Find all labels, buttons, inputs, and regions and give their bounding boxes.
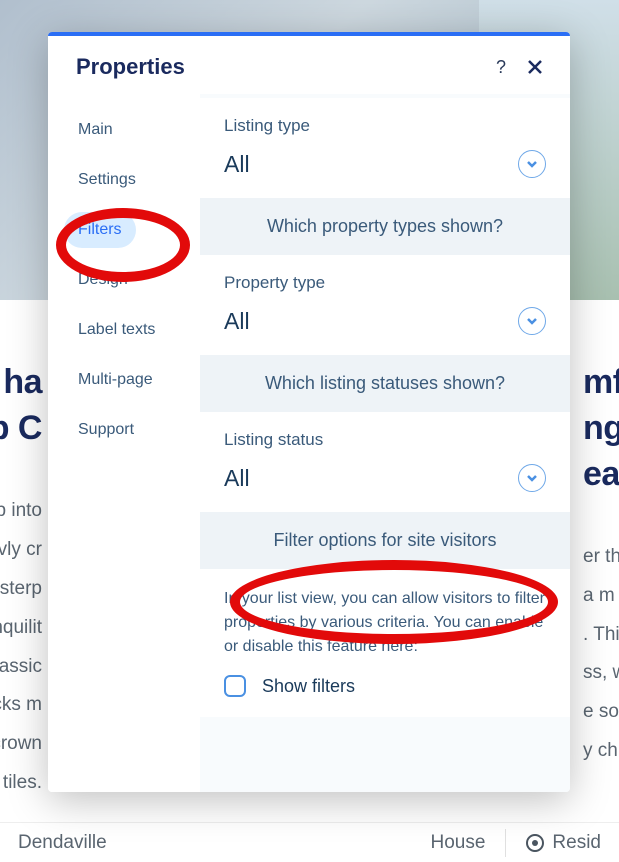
bg-card-right: mf ng ea er th a m . This ss, w e sof y … [571, 300, 619, 830]
properties-modal: Properties ? Main Settings Filters Desig… [48, 32, 570, 792]
property-type-select[interactable]: All [224, 307, 546, 335]
help-icon[interactable]: ? [490, 56, 512, 78]
show-filters-checkbox[interactable] [224, 675, 246, 697]
modal-body: Main Settings Filters Design Label texts… [48, 94, 570, 792]
bg-heading-left: ha p C [0, 360, 42, 452]
bg-footer-type: House [431, 832, 486, 854]
listing-type-block: Listing type All [200, 98, 570, 198]
listing-status-label: Listing status [224, 430, 546, 450]
section-listing-statuses: Which listing statuses shown? [200, 355, 570, 412]
modal-header: Properties ? [48, 36, 570, 94]
chevron-down-icon [518, 464, 546, 492]
sidebar-item-main[interactable]: Main [64, 112, 127, 148]
bg-footer-location: Dendaville [18, 832, 107, 854]
listing-type-value: All [224, 151, 250, 178]
filter-options-info: In your list view, you can allow visitor… [200, 569, 570, 675]
sidebar-item-label-texts[interactable]: Label texts [64, 312, 169, 348]
chevron-down-icon [518, 150, 546, 178]
sidebar-item-design[interactable]: Design [64, 262, 142, 298]
sidebar-item-filters[interactable]: Filters [64, 212, 136, 248]
bg-footer-resid: Resid [552, 832, 601, 854]
bg-body-left: p into vly cr sterp nquilit classic cks … [0, 492, 42, 804]
property-type-block: Property type All [200, 255, 570, 355]
listing-type-select[interactable]: All [224, 150, 546, 178]
content-pane: Listing type All Which property types sh… [200, 94, 570, 792]
listing-status-value: All [224, 465, 250, 492]
show-filters-row: Show filters [200, 675, 570, 717]
listing-type-label: Listing type [224, 116, 546, 136]
sidebar-item-support[interactable]: Support [64, 412, 148, 448]
bg-footer: Dendaville House Resid [0, 822, 619, 862]
listing-status-block: Listing status All [200, 412, 570, 512]
bg-card-left: ha p C p into vly cr sterp nquilit class… [0, 300, 48, 830]
sidebar-item-multi-page[interactable]: Multi-page [64, 362, 167, 398]
sidebar-item-settings[interactable]: Settings [64, 162, 150, 198]
bg-heading-right: mf ng ea [583, 360, 619, 498]
listing-status-select[interactable]: All [224, 464, 546, 492]
sidebar: Main Settings Filters Design Label texts… [48, 94, 200, 792]
property-type-label: Property type [224, 273, 546, 293]
bullseye-icon [526, 834, 544, 852]
section-filter-options: Filter options for site visitors [200, 512, 570, 569]
bg-body-right: er th a m . This ss, w e sof y ch [583, 538, 619, 772]
chevron-down-icon [518, 307, 546, 335]
property-type-value: All [224, 308, 250, 335]
close-icon[interactable] [524, 56, 546, 78]
modal-title: Properties [76, 54, 478, 80]
section-property-types: Which property types shown? [200, 198, 570, 255]
show-filters-label: Show filters [262, 676, 355, 697]
